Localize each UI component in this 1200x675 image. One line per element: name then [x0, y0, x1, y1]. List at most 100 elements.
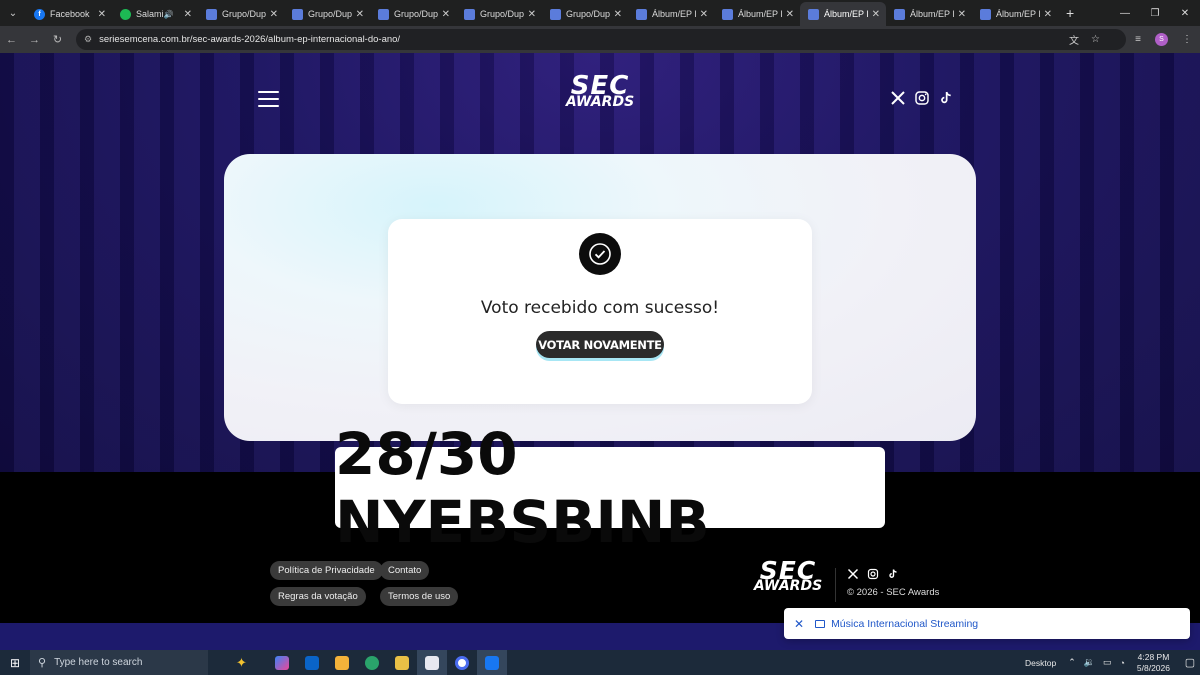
hamburger-menu-icon[interactable]: [258, 91, 279, 107]
translate-icon[interactable]: 文: [1069, 32, 1079, 47]
notifications-icon[interactable]: ▢: [1180, 656, 1200, 669]
forward-icon[interactable]: →: [23, 34, 46, 46]
tab-title: Álbum/EP In: [824, 9, 868, 19]
category-icon: [815, 619, 826, 628]
browser-tab[interactable]: Álbum/EP In ✕: [628, 2, 714, 26]
x-icon[interactable]: [890, 90, 906, 106]
tray-chevron-icon[interactable]: ⌃: [1068, 657, 1076, 668]
browser-tab[interactable]: Salamin 🔊 ✕: [112, 2, 198, 26]
tiktok-icon[interactable]: [887, 568, 899, 580]
sec-icon: [550, 8, 561, 20]
taskbar-clock[interactable]: 4:28 PM 5/8/2026: [1137, 652, 1170, 674]
audio-playing-icon[interactable]: 🔊: [164, 10, 174, 19]
tab-title: Álbum/EP In: [738, 9, 782, 19]
tab-title: Álbum/EP In: [996, 9, 1040, 19]
browser-tab[interactable]: Grupo/Dupl ✕: [284, 2, 370, 26]
voting-rules-link[interactable]: Regras da votação: [270, 587, 366, 606]
close-window-icon[interactable]: ✕: [1170, 8, 1200, 19]
url-field[interactable]: ⚙ seriesemcena.com.br/sec-awards-2026/al…: [76, 29, 1126, 50]
tab-title: Facebook: [50, 9, 90, 19]
file-explorer-icon[interactable]: [387, 650, 417, 675]
close-tab-icon[interactable]: ✕: [442, 9, 450, 20]
network-icon[interactable]: ◔: [1119, 658, 1124, 668]
contact-link[interactable]: Contato: [380, 561, 430, 580]
copyright-text: © 2026 - SEC Awards: [847, 587, 940, 598]
copilot-app-icon[interactable]: [267, 650, 297, 675]
profile-avatar[interactable]: S: [1155, 33, 1168, 46]
sec-awards-logo[interactable]: SEC AWARDS: [562, 73, 638, 109]
close-tab-icon[interactable]: ✕: [528, 9, 536, 20]
browser-app-icon[interactable]: [416, 650, 447, 675]
menu-icon[interactable]: ⋮: [1182, 34, 1192, 45]
tab-title: Álbum/EP In: [910, 9, 954, 19]
close-tab-icon[interactable]: ✕: [184, 9, 192, 20]
copilot-sparkle-icon[interactable]: ✦: [236, 655, 247, 671]
new-tab-button[interactable]: +: [1066, 5, 1074, 21]
vote-again-button[interactable]: VOTAR NOVAMENTE: [536, 331, 664, 358]
category-toast[interactable]: ✕ Música Internacional Streaming: [784, 608, 1190, 639]
close-tab-icon[interactable]: ✕: [958, 9, 966, 20]
privacy-policy-link[interactable]: Política de Privacidade: [270, 561, 383, 580]
tiktok-icon[interactable]: [938, 90, 954, 106]
omnibox-actions: 文 ☆: [1069, 29, 1100, 50]
sec-icon: [206, 8, 217, 20]
close-tab-icon[interactable]: ✕: [1044, 9, 1052, 20]
volume-icon[interactable]: 🔉: [1084, 657, 1095, 668]
tab-title: Grupo/Dupl: [222, 9, 266, 19]
restore-icon[interactable]: ❐: [1140, 8, 1170, 19]
browser-tab[interactable]: Grupo/Dupl ✕: [542, 2, 628, 26]
window-controls: — ❐ ✕: [1110, 0, 1200, 26]
instagram-icon[interactable]: [914, 90, 930, 106]
desktop-toolbar-label[interactable]: Desktop: [1025, 658, 1056, 668]
sec-icon: [378, 8, 389, 20]
close-tab-icon[interactable]: ✕: [98, 9, 106, 20]
close-toast-icon[interactable]: ✕: [794, 617, 804, 631]
sec-icon: [292, 8, 303, 20]
close-tab-icon[interactable]: ✕: [614, 9, 622, 20]
minimize-icon[interactable]: —: [1110, 8, 1140, 19]
browser-tab[interactable]: Álbum/EP In ✕: [886, 2, 972, 26]
search-icon: ⚲: [38, 657, 47, 669]
facebook-app-icon[interactable]: [476, 650, 507, 675]
browser-tab-active[interactable]: Álbum/EP In ✕: [800, 2, 886, 26]
toast-label: Música Internacional Streaming: [831, 617, 979, 630]
close-tab-icon[interactable]: ✕: [700, 9, 708, 20]
windows-start-icon[interactable]: ⊞: [0, 656, 30, 670]
url-text: seriesemcena.com.br/sec-awards-2026/albu…: [99, 34, 401, 45]
toolbar-extensions: ≡ S ⋮: [1135, 26, 1192, 53]
x-icon[interactable]: [847, 568, 859, 580]
browser-tab[interactable]: Grupo/Dupl ✕: [198, 2, 284, 26]
browser-tab[interactable]: Grupo/Dupl ✕: [456, 2, 542, 26]
close-tab-icon[interactable]: ✕: [786, 9, 794, 20]
site-info-icon[interactable]: ⚙: [84, 34, 92, 45]
footer-social-links: [847, 568, 899, 580]
footer-logo[interactable]: SEC AWARDS: [752, 558, 824, 593]
web-page: SEC AWARDS Voto recebido com sucesso! VO…: [0, 53, 1200, 650]
close-tab-icon[interactable]: ✕: [270, 9, 278, 20]
display-icon[interactable]: ▭: [1103, 657, 1112, 668]
browser-tab[interactable]: Grupo/Dupl ✕: [370, 2, 456, 26]
reload-icon[interactable]: ↻: [46, 33, 69, 46]
media-control-icon[interactable]: ≡: [1135, 34, 1141, 45]
browser-tab[interactable]: f Facebook ✕: [26, 2, 112, 26]
instagram-icon[interactable]: [867, 568, 879, 580]
bookmark-star-icon[interactable]: ☆: [1091, 34, 1100, 45]
back-icon[interactable]: ←: [0, 34, 23, 46]
tab-title: Salamin: [136, 9, 164, 19]
edge-app-icon[interactable]: [357, 650, 387, 675]
sec-icon: [980, 8, 991, 20]
sec-icon: [636, 8, 647, 20]
terms-link[interactable]: Termos de uso: [380, 587, 459, 606]
footer-divider: [835, 568, 836, 602]
outlook-app-icon[interactable]: [297, 650, 327, 675]
close-tab-icon[interactable]: ✕: [872, 9, 880, 20]
store-app-icon[interactable]: [327, 650, 357, 675]
browser-tab[interactable]: Álbum/EP In ✕: [714, 2, 800, 26]
messenger-app-icon[interactable]: [447, 650, 477, 675]
taskbar-search-box[interactable]: ⚲ Type here to search: [30, 650, 208, 675]
spotify-icon: [120, 8, 131, 20]
tab-search-icon[interactable]: ⌄: [0, 0, 26, 26]
tab-title: Grupo/Dupl: [566, 9, 610, 19]
close-tab-icon[interactable]: ✕: [356, 9, 364, 20]
browser-tab[interactable]: Álbum/EP In ✕: [972, 2, 1058, 26]
